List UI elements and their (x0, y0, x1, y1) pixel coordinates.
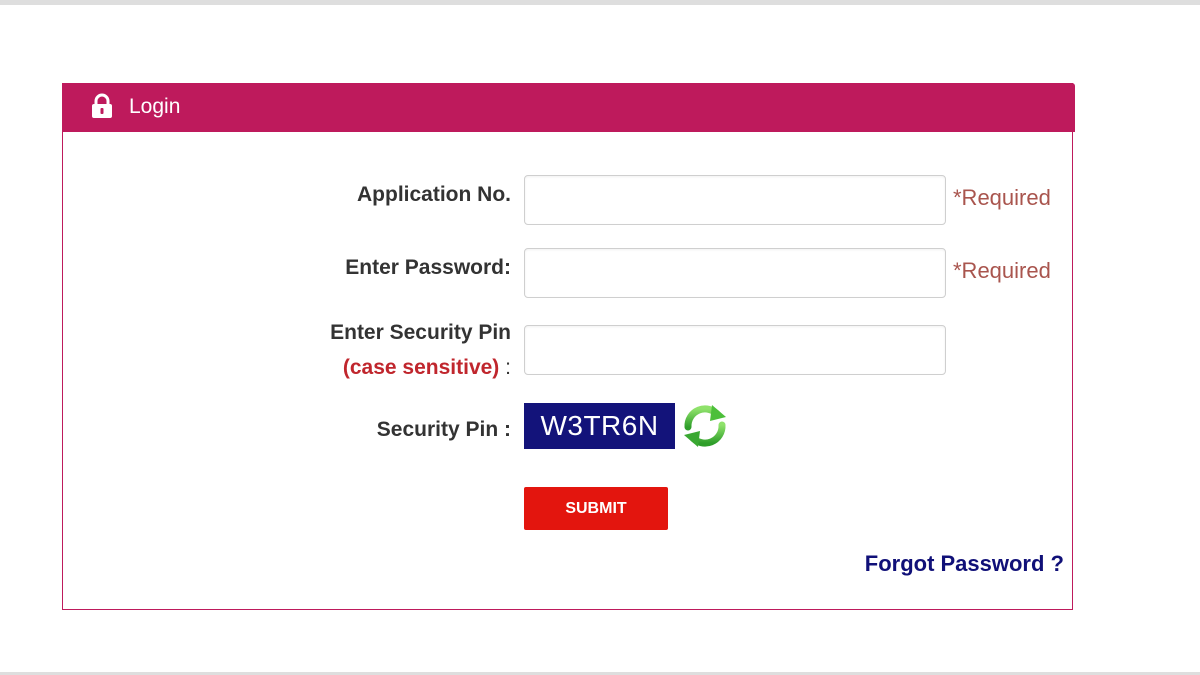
captcha-image: W3TR6N (524, 403, 675, 449)
forgot-password-link[interactable]: Forgot Password ? (865, 551, 1064, 577)
captcha-label: Security Pin : (376, 418, 511, 441)
login-page: Login Application No. *Required Enter Pa… (0, 0, 1200, 675)
password-input[interactable] (524, 248, 946, 298)
case-sensitive-note: (case sensitive) (342, 356, 500, 379)
login-panel: Login Application No. *Required Enter Pa… (62, 83, 1075, 610)
application-no-required: *Required (953, 185, 1051, 210)
application-no-input[interactable] (524, 175, 946, 225)
submit-button[interactable]: SUBMIT (524, 487, 668, 530)
lock-icon (91, 93, 113, 119)
panel-header: Login (62, 83, 1075, 132)
top-divider (0, 0, 1200, 5)
security-pin-input-label: Enter Security Pin (case sensitive) : (330, 321, 511, 379)
refresh-icon[interactable] (680, 401, 730, 451)
password-label: Enter Password: (345, 256, 511, 279)
panel-title: Login (129, 95, 181, 118)
password-required: *Required (953, 258, 1051, 283)
application-no-label: Application No. (357, 183, 511, 206)
security-pin-input[interactable] (524, 325, 946, 375)
